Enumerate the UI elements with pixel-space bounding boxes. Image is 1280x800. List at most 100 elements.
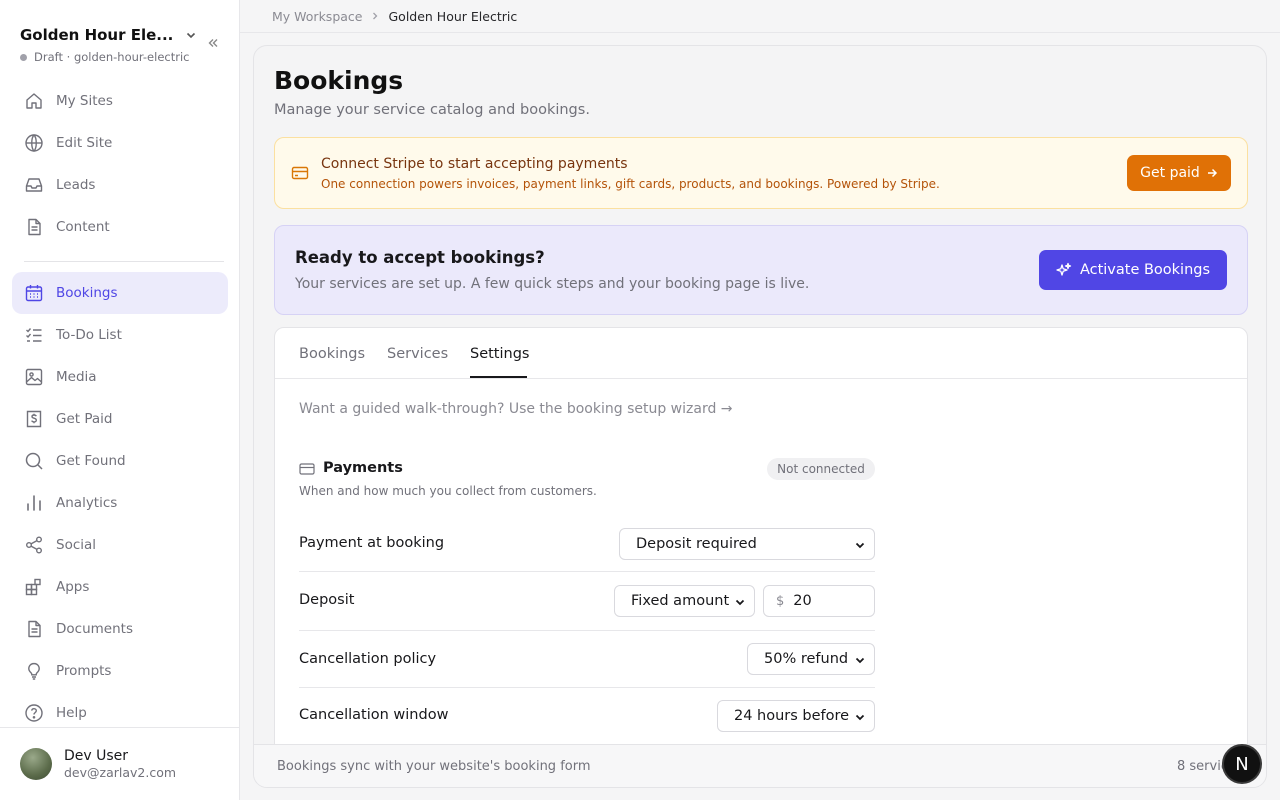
cancellation-policy-select[interactable]: 50% refund <box>747 643 875 675</box>
sidebar-item-label: Analytics <box>56 495 118 511</box>
user-profile[interactable]: Dev User dev@zarlav2.com <box>0 727 239 800</box>
cancellation-policy-value: 50% refund <box>764 651 849 667</box>
sidebar-item-label: Prompts <box>56 663 112 679</box>
help-circle-icon <box>25 704 43 722</box>
breadcrumb: My Workspace Golden Hour Electric <box>240 0 1280 33</box>
get-paid-button[interactable]: Get paid <box>1127 155 1231 191</box>
image-icon <box>25 368 43 386</box>
chevron-down-icon <box>855 657 865 664</box>
globe-icon <box>25 134 43 152</box>
bookings-panel: Bookings Services Settings Want a guided… <box>274 327 1248 787</box>
sidebar-item-bookings[interactable]: Bookings <box>12 272 228 314</box>
share-icon <box>26 536 42 554</box>
sidebar-item-label: Social <box>56 537 97 553</box>
cancellation-policy-row: Cancellation policy 50% refund <box>299 631 875 688</box>
document-icon <box>28 218 41 236</box>
sidebar-nav-primary: My Sites Edit Site Leads Content <box>12 80 228 248</box>
breadcrumb-workspace[interactable]: My Workspace <box>272 9 362 24</box>
sidebar-divider <box>24 261 224 262</box>
tab-bookings[interactable]: Bookings <box>299 346 365 362</box>
sidebar-item-apps[interactable]: Apps <box>12 566 228 608</box>
ready-banner: Ready to accept bookings? Your services … <box>274 225 1248 315</box>
credit-card-icon <box>291 165 309 181</box>
sidebar-item-media[interactable]: Media <box>12 356 228 398</box>
tab-bar: Bookings Services Settings <box>275 328 1247 379</box>
status-badge: Not connected <box>767 458 875 480</box>
avatar[interactable] <box>20 748 52 780</box>
chevron-right-icon <box>370 11 380 21</box>
sidebar-item-label: Media <box>56 369 97 385</box>
sidebar: Golden Hour Ele... Draft · golden-hour-e… <box>0 0 240 800</box>
breadcrumb-current: Golden Hour Electric <box>388 8 518 24</box>
deposit-row: Deposit Fixed amount $ 20 <box>299 572 875 631</box>
sidebar-item-my-sites[interactable]: My Sites <box>12 80 228 122</box>
payments-description: When and how much you collect from custo… <box>299 484 597 498</box>
sidebar-item-analytics[interactable]: Analytics <box>12 482 228 524</box>
main-content: Bookings Manage your service catalog and… <box>253 45 1267 788</box>
sidebar-item-documents[interactable]: Documents <box>12 608 228 650</box>
sidebar-item-label: Edit Site <box>56 135 113 151</box>
sidebar-item-get-found[interactable]: Get Found <box>12 440 228 482</box>
setup-wizard-link[interactable]: Want a guided walk-through? Use the book… <box>299 401 733 417</box>
tab-settings[interactable]: Settings <box>470 346 529 362</box>
cancellation-window-select[interactable]: 24 hours before <box>717 700 875 732</box>
chevron-down-icon <box>735 599 745 606</box>
sidebar-item-todo[interactable]: To-Do List <box>12 314 228 356</box>
activate-bookings-button[interactable]: Activate Bookings <box>1039 250 1227 290</box>
deposit-amount-value: 20 <box>793 593 812 609</box>
document-icon <box>28 620 41 638</box>
site-status-text: Draft · golden-hour-electric <box>34 50 190 64</box>
sidebar-item-leads[interactable]: Leads <box>12 164 228 206</box>
floating-n-button[interactable]: N <box>1222 744 1262 784</box>
sidebar-nav-secondary: Bookings To-Do List Media Get Paid Get F… <box>12 272 228 734</box>
collapse-sidebar-icon[interactable] <box>206 36 220 50</box>
deposit-type-select[interactable]: Fixed amount <box>614 585 755 617</box>
sidebar-item-label: My Sites <box>56 93 113 109</box>
sidebar-item-label: Get Found <box>56 453 126 469</box>
currency-symbol: $ <box>776 593 785 609</box>
user-name: Dev User <box>64 748 129 764</box>
chevron-down-icon[interactable] <box>185 29 197 41</box>
arrow-right-icon <box>1207 168 1217 178</box>
tab-services[interactable]: Services <box>387 346 448 362</box>
sidebar-item-label: Bookings <box>56 285 118 301</box>
user-email: dev@zarlav2.com <box>64 765 177 780</box>
sidebar-item-label: Documents <box>56 621 133 637</box>
deposit-amount-input[interactable]: $ 20 <box>763 585 875 617</box>
page-title: Bookings <box>274 66 404 95</box>
deposit-label: Deposit <box>299 592 355 608</box>
sparkles-icon <box>1056 262 1072 276</box>
sidebar-item-label: To-Do List <box>56 327 122 343</box>
payment-at-booking-select[interactable]: Deposit required <box>619 528 875 560</box>
sidebar-item-get-paid[interactable]: Get Paid <box>12 398 228 440</box>
payment-at-booking-value: Deposit required <box>636 536 757 552</box>
cancellation-window-label: Cancellation window <box>299 707 449 723</box>
sidebar-item-label: Apps <box>56 579 90 595</box>
credit-card-icon <box>299 462 315 476</box>
lightbulb-icon <box>28 662 40 680</box>
cancellation-window-row: Cancellation window 24 hours before <box>299 688 875 746</box>
bar-chart-icon <box>27 495 41 511</box>
site-title[interactable]: Golden Hour Ele... <box>20 26 173 44</box>
sidebar-item-label: Content <box>56 219 110 235</box>
cancellation-policy-label: Cancellation policy <box>299 651 437 667</box>
sidebar-item-social[interactable]: Social <box>12 524 228 566</box>
bookings-footer: Bookings sync with your website's bookin… <box>254 744 1266 787</box>
payment-at-booking-label: Payment at booking <box>299 535 445 551</box>
apps-icon <box>25 578 41 596</box>
chevron-down-icon <box>855 542 865 549</box>
deposit-type-value: Fixed amount <box>631 593 730 609</box>
home-icon <box>26 93 42 109</box>
sidebar-item-content[interactable]: Content <box>12 206 228 248</box>
sidebar-item-edit-site[interactable]: Edit Site <box>12 122 228 164</box>
status-dot <box>20 53 27 61</box>
cancellation-window-value: 24 hours before <box>734 708 850 724</box>
sidebar-item-label: Get Paid <box>56 411 113 427</box>
sync-note: Bookings sync with your website's bookin… <box>277 759 591 774</box>
services-count: 8 servic <box>1177 759 1228 774</box>
calendar-icon <box>25 285 43 302</box>
site-switcher[interactable]: Golden Hour Ele... Draft · golden-hour-e… <box>20 26 220 64</box>
sidebar-item-label: Leads <box>56 177 96 193</box>
sidebar-item-prompts[interactable]: Prompts <box>12 650 228 692</box>
active-tab-indicator <box>470 376 527 378</box>
